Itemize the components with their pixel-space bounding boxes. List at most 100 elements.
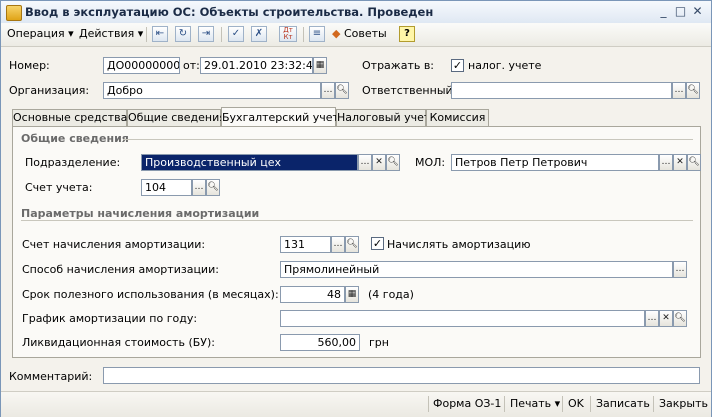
calculator-icon[interactable]: ▦: [345, 286, 359, 303]
depreciation-group-title: Параметры начисления амортизации: [21, 207, 260, 220]
accounting-panel: Общие сведения Подразделение: Производст…: [12, 126, 701, 358]
help-icon[interactable]: ?: [399, 26, 415, 42]
accrue-depreciation-label: Начислять амортизацию: [387, 238, 531, 251]
advice-button[interactable]: ◆ Советы: [332, 26, 387, 42]
toolbar-divider: [221, 27, 222, 42]
organization-field[interactable]: Добро: [103, 82, 321, 99]
operation-menu[interactable]: Операция ▾: [7, 26, 74, 42]
chevron-down-icon: ▾: [68, 27, 74, 40]
operation-menu-label: Операция: [7, 27, 65, 40]
tab-accounting[interactable]: Бухгалтерский учет: [221, 107, 339, 127]
title-bar: Ввод в эксплуатацию ОС: Объекты строител…: [1, 1, 711, 24]
select-button[interactable]: …: [358, 154, 372, 171]
select-button[interactable]: …: [321, 82, 335, 99]
number-label: Номер:: [9, 59, 50, 72]
select-button[interactable]: …: [645, 310, 659, 327]
search-icon[interactable]: 🔍︎: [386, 154, 400, 171]
depreciation-method-label: Способ начисления амортизации:: [22, 263, 219, 276]
actions-menu-label: Действия: [79, 27, 135, 40]
useful-life-label: Срок полезного использования (в месяцах)…: [22, 288, 279, 301]
division-label: Подразделение:: [25, 156, 121, 169]
depreciation-account-label: Счет начисления амортизации:: [22, 238, 206, 251]
liquidation-value-field[interactable]: 560,00: [280, 334, 360, 351]
clear-icon[interactable]: ✕: [673, 154, 687, 171]
from-label: от:: [183, 59, 200, 72]
bar-divider: [428, 396, 429, 412]
maximize-icon[interactable]: □: [672, 4, 689, 19]
unpost-document-icon[interactable]: ✗: [251, 26, 267, 42]
close-button[interactable]: Закрыть: [659, 397, 708, 410]
window-title: Ввод в эксплуатацию ОС: Объекты строител…: [25, 5, 434, 19]
group-divider: [123, 139, 693, 140]
select-button[interactable]: …: [673, 261, 687, 278]
currency-label: грн: [369, 336, 389, 349]
general-info-group-title: Общие сведения: [21, 132, 129, 145]
useful-life-field[interactable]: 48: [280, 286, 345, 303]
calendar-icon[interactable]: ▦: [313, 57, 327, 74]
useful-life-note: (4 года): [368, 288, 414, 301]
depreciation-method-field[interactable]: Прямолинейный: [280, 261, 673, 278]
search-icon[interactable]: 🔍︎: [206, 179, 220, 196]
toolbar-divider: [303, 27, 304, 42]
select-button[interactable]: …: [331, 236, 345, 253]
save-button[interactable]: Записать: [596, 397, 650, 410]
depreciation-account-field[interactable]: 131: [280, 236, 331, 253]
form-oz1-button[interactable]: Форма ОЗ-1: [433, 397, 501, 410]
reflect-label: Отражать в:: [362, 59, 435, 72]
print-label: Печать: [510, 397, 552, 410]
select-button[interactable]: …: [192, 179, 206, 196]
tab-tax-accounting[interactable]: Налоговый учет: [336, 109, 430, 126]
clear-icon[interactable]: ✕: [659, 310, 673, 327]
debit-credit-icon[interactable]: Дт Кт: [279, 26, 297, 42]
minimize-icon[interactable]: _: [655, 4, 672, 19]
toolbar-divider: [146, 27, 147, 42]
post-document-icon[interactable]: ✓: [228, 26, 244, 42]
group-divider: [21, 220, 693, 221]
comment-field[interactable]: [103, 367, 700, 384]
advice-label: Советы: [343, 27, 387, 40]
select-button[interactable]: …: [672, 82, 686, 99]
search-icon[interactable]: 🔍︎: [335, 82, 349, 99]
actions-menu[interactable]: Действия ▾: [79, 26, 143, 42]
document-window: Ввод в эксплуатацию ОС: Объекты строител…: [0, 0, 712, 417]
division-field[interactable]: Производственный цех: [141, 154, 358, 171]
search-icon[interactable]: 🔍︎: [687, 154, 701, 171]
tax-accounting-checkbox[interactable]: ✓: [451, 59, 464, 72]
tax-accounting-label: налог. учете: [468, 59, 542, 72]
search-icon[interactable]: 🔍︎: [673, 310, 687, 327]
chevron-down-icon: ▾: [137, 27, 144, 40]
number-field[interactable]: ДО000000003: [103, 57, 180, 74]
account-field[interactable]: 104: [141, 179, 192, 196]
tab-commission[interactable]: Комиссия: [426, 109, 489, 126]
toolbar: Операция ▾ Действия ▾ ⇤ ↻ ⇥ ✓ ✗ Дт Кт ≡ …: [1, 23, 711, 47]
schedule-field[interactable]: [280, 310, 645, 327]
chevron-down-icon: ▾: [554, 397, 561, 410]
tab-general-info[interactable]: Общие сведения: [127, 109, 226, 126]
clear-icon[interactable]: ✕: [372, 154, 386, 171]
responsible-field[interactable]: [451, 82, 672, 99]
search-icon[interactable]: 🔍︎: [345, 236, 359, 253]
bar-divider: [590, 396, 591, 412]
select-button[interactable]: …: [659, 154, 673, 171]
mol-field[interactable]: Петров Петр Петрович: [451, 154, 659, 171]
accrue-depreciation-checkbox[interactable]: ✓: [371, 237, 384, 250]
forward-doc-icon[interactable]: ⇥: [198, 26, 214, 42]
liquidation-value-label: Ликвидационная стоимость (БУ):: [22, 336, 215, 349]
go-back-icon[interactable]: ⇤: [152, 26, 168, 42]
report-icon[interactable]: ≡: [309, 26, 325, 42]
search-icon[interactable]: 🔍︎: [686, 82, 700, 99]
bar-divider: [562, 396, 563, 412]
close-icon[interactable]: ✕: [689, 4, 706, 19]
date-field[interactable]: 29.01.2010 23:32:45: [200, 57, 313, 74]
comment-label: Комментарий:: [9, 370, 93, 383]
bar-divider: [653, 396, 654, 412]
refresh-icon[interactable]: ↻: [175, 26, 191, 42]
print-button[interactable]: Печать ▾: [510, 397, 560, 410]
ok-button[interactable]: OK: [568, 397, 584, 410]
mol-label: МОЛ:: [415, 156, 446, 169]
bottom-button-bar: Форма ОЗ-1 Печать ▾ OK Записать Закрыть: [1, 391, 711, 417]
tab-fixed-assets[interactable]: Основные средства: [12, 109, 127, 126]
document-icon: [6, 5, 22, 21]
account-label: Счет учета:: [25, 181, 93, 194]
schedule-label: График амортизации по году:: [22, 312, 198, 325]
